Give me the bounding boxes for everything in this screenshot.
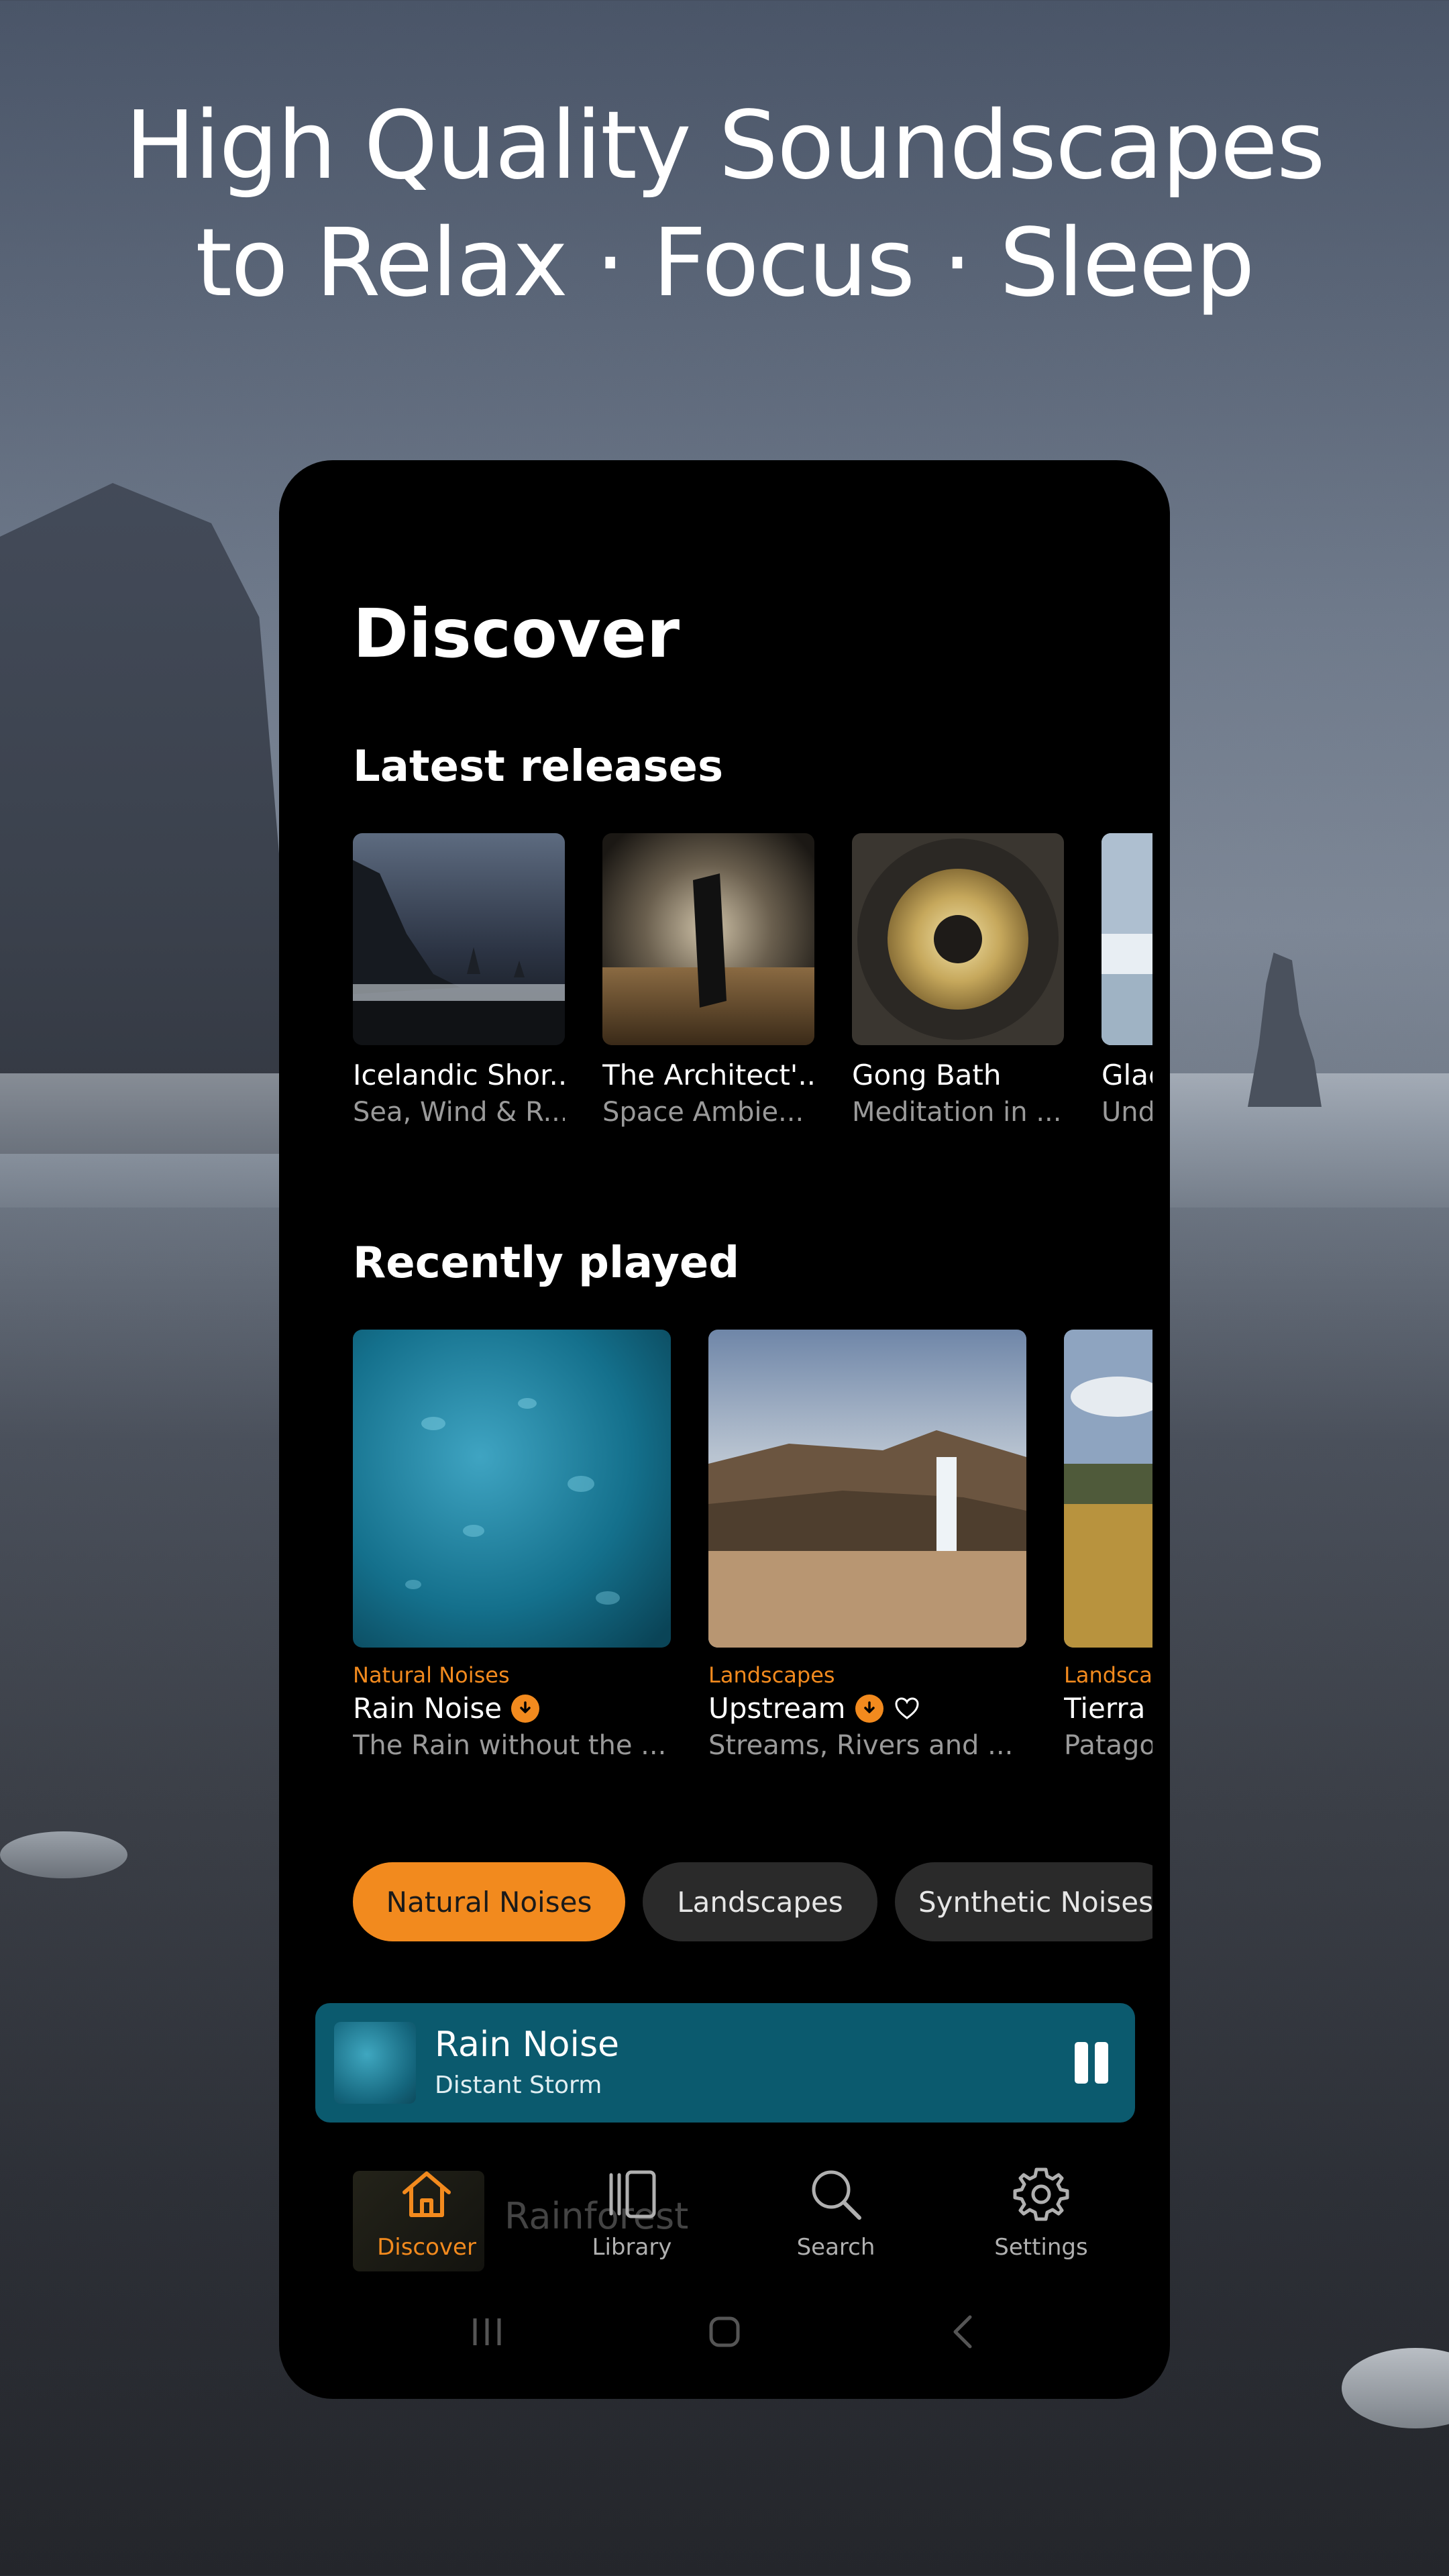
recent-subtitle: Streams, Rivers and ... [708, 1730, 1014, 1761]
release-subtitle: Space Ambie... [602, 1097, 804, 1128]
headline-line-2: to Relax · Focus · Sleep [195, 209, 1254, 318]
recent-artwork [1064, 1330, 1152, 1648]
recent-title: Upstream [708, 1692, 846, 1725]
release-subtitle: Meditation in ... [852, 1097, 1062, 1128]
phone-screen: Discover Latest releases Icelandic Shor.… [279, 460, 1170, 2399]
mini-player[interactable]: Rain Noise Distant Storm [315, 2003, 1135, 2123]
now-playing-title: Rain Noise [435, 2025, 620, 2065]
release-subtitle: Und [1102, 1097, 1152, 1128]
release-subtitle: Sea, Wind & R... [353, 1097, 565, 1128]
chip-landscapes[interactable]: Landscapes [643, 1862, 877, 1941]
background-sea-stack [1248, 953, 1322, 1107]
recent-category: Landscapes [708, 1662, 835, 1688]
latest-releases-heading: Latest releases [353, 742, 724, 792]
recently-played-heading: Recently played [353, 1238, 740, 1288]
recent-category: Natural Noises [353, 1662, 510, 1688]
category-chips: Natural Noises Landscapes Synthetic Nois… [353, 1862, 1152, 1943]
recent-title: Tierra [1064, 1692, 1146, 1725]
downloaded-icon [511, 1694, 540, 1723]
recent-apps-icon[interactable] [467, 2312, 507, 2352]
mini-player-artwork [334, 2022, 416, 2104]
promo-headline: High Quality Soundscapes to Relax · Focu… [0, 87, 1449, 322]
recent-subtitle: The Rain without the ... [353, 1730, 667, 1761]
background-rock [0, 1831, 127, 1878]
release-card[interactable]: Gong Bath Meditation in ... [852, 833, 1064, 1128]
release-title: Gong Bath [852, 1059, 1002, 1091]
heart-icon[interactable] [893, 1695, 921, 1723]
bottom-tab-bar: Discover Library Search Settings [279, 2164, 1170, 2285]
home-button-icon[interactable] [704, 2312, 745, 2352]
pause-button[interactable] [1067, 2038, 1114, 2088]
tab-library[interactable]: Library [545, 2164, 719, 2261]
tab-settings[interactable]: Settings [954, 2164, 1128, 2261]
back-icon[interactable] [943, 2312, 983, 2352]
downloaded-icon [855, 1694, 883, 1723]
home-icon [402, 2171, 451, 2217]
release-artwork [852, 833, 1064, 1045]
system-navigation-bar [279, 2298, 1170, 2365]
now-playing-subtitle: Distant Storm [435, 2072, 602, 2099]
chip-natural-noises[interactable]: Natural Noises [353, 1862, 625, 1941]
tab-label: Settings [994, 2234, 1088, 2261]
recent-card[interactable]: Landsca Tierra Patago [1064, 1330, 1152, 1761]
recent-title: Rain Noise [353, 1692, 502, 1725]
release-title: The Architect'... [602, 1059, 814, 1091]
page-title: Discover [353, 594, 680, 673]
search-icon [812, 2170, 861, 2220]
tab-discover[interactable]: Discover [339, 2164, 514, 2261]
gear-icon [1013, 2167, 1069, 2221]
recent-artwork [708, 1330, 1026, 1648]
headline-line-1: High Quality Soundscapes [125, 91, 1326, 201]
background-cliff [0, 483, 282, 1154]
tab-label: Search [796, 2234, 875, 2261]
library-icon [609, 2170, 656, 2218]
recent-card[interactable]: Natural Noises Rain Noise The Rain witho… [353, 1330, 671, 1761]
recent-category: Landsca [1064, 1662, 1152, 1688]
release-card[interactable]: Icelandic Shor... Sea, Wind & R... [353, 833, 565, 1128]
release-title: Icelandic Shor... [353, 1059, 565, 1091]
recently-played-carousel[interactable]: Natural Noises Rain Noise The Rain witho… [353, 1330, 1152, 1786]
background-rock [1342, 2348, 1449, 2428]
tab-search[interactable]: Search [749, 2164, 923, 2261]
release-artwork [1102, 833, 1152, 1045]
tab-label: Discover [377, 2234, 476, 2261]
release-artwork [353, 833, 565, 1045]
release-artwork [602, 833, 814, 1045]
chip-synthetic-noises[interactable]: Synthetic Noises [895, 1862, 1152, 1941]
release-card[interactable]: Glac Und [1102, 833, 1152, 1128]
latest-releases-carousel[interactable]: Icelandic Shor... Sea, Wind & R... The A… [353, 833, 1152, 1169]
release-card[interactable]: The Architect'... Space Ambie... [602, 833, 814, 1128]
recent-artwork [353, 1330, 671, 1648]
recent-subtitle: Patago [1064, 1730, 1152, 1761]
recent-card[interactable]: Landscapes Upstream Streams, Rivers and … [708, 1330, 1026, 1761]
release-title: Glac [1102, 1059, 1152, 1091]
tab-label: Library [592, 2234, 672, 2261]
